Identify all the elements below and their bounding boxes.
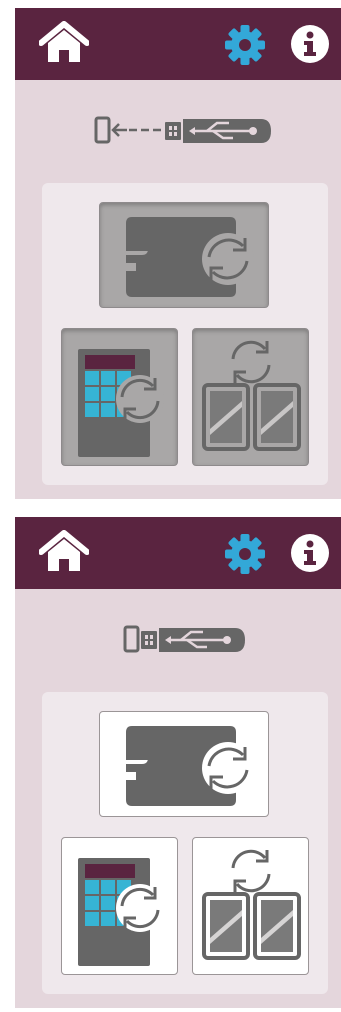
hoop-sync-button[interactable] bbox=[192, 837, 309, 975]
settings-gear-icon bbox=[225, 534, 265, 574]
hoop-sync-button[interactable] bbox=[192, 328, 309, 466]
usb-stick-icon bbox=[165, 119, 271, 143]
settings-gear-icon bbox=[225, 25, 265, 65]
machine-sync-button[interactable] bbox=[99, 711, 269, 817]
info-button[interactable] bbox=[290, 533, 330, 573]
top-bar bbox=[15, 517, 341, 589]
settings-button[interactable] bbox=[224, 24, 266, 66]
design-sync-button[interactable] bbox=[61, 837, 178, 975]
home-button[interactable] bbox=[39, 21, 89, 65]
design-sync-icon bbox=[78, 858, 164, 966]
hoop-sync-icon bbox=[202, 340, 301, 451]
sync-screen-connected bbox=[15, 517, 341, 1008]
info-icon bbox=[291, 25, 329, 63]
sync-screen-disconnected bbox=[15, 8, 341, 499]
machine-sync-button[interactable] bbox=[99, 202, 269, 308]
dashed-connection-icon bbox=[129, 128, 161, 132]
usb-status-indicator bbox=[15, 113, 341, 153]
home-icon bbox=[39, 530, 89, 571]
home-button[interactable] bbox=[39, 530, 89, 574]
top-bar bbox=[15, 8, 341, 80]
sync-options-panel bbox=[42, 692, 328, 994]
design-sync-button[interactable] bbox=[61, 328, 178, 466]
home-icon bbox=[39, 21, 89, 62]
design-sync-icon bbox=[78, 349, 164, 457]
usb-port-disconnected-icon bbox=[94, 116, 127, 144]
sewing-machine-sync-icon bbox=[126, 726, 254, 806]
info-button[interactable] bbox=[290, 24, 330, 64]
hoop-sync-icon bbox=[202, 849, 301, 960]
settings-button[interactable] bbox=[224, 533, 266, 575]
info-icon bbox=[291, 534, 329, 572]
sewing-machine-sync-icon bbox=[126, 217, 254, 297]
usb-status-indicator bbox=[15, 622, 341, 662]
usb-stick-connected-icon bbox=[123, 625, 245, 653]
sync-options-panel bbox=[42, 183, 328, 485]
